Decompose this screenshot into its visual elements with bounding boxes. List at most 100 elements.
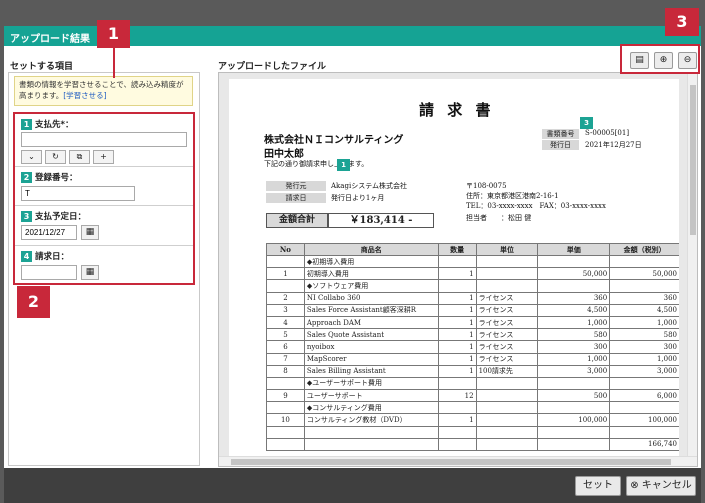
table-cell xyxy=(475,267,539,281)
table-cell xyxy=(437,279,477,293)
vertical-scrollbar[interactable] xyxy=(687,73,697,457)
table-cell: NI Collabo 360 xyxy=(303,291,439,305)
table-cell: ライセンス xyxy=(475,291,539,305)
table-cell xyxy=(609,401,679,415)
address: 住所：東京都港区港南2-16-1 xyxy=(466,192,559,200)
table-row: 5 Sales Quote Assistant 1 ライセンス 580 580 xyxy=(266,328,679,342)
table-cell: ◆初期導入費用 xyxy=(303,254,439,269)
table-cell xyxy=(475,401,539,415)
scroll-thumb[interactable] xyxy=(231,459,671,465)
table-cell: 580 xyxy=(537,328,611,342)
field-list: 1支払先*： ⌄ ↻ ⧉ + 2登録番号： 3支払予定日： ▦ 4請求日： ▦ xyxy=(13,112,195,285)
right-panel-title: アップロードしたファイル xyxy=(218,62,327,72)
col-price: 単価 xyxy=(537,243,611,256)
table-cell xyxy=(266,376,305,391)
table-cell: 1 xyxy=(437,291,477,305)
table-cell xyxy=(475,254,539,269)
toolbar-highlight xyxy=(620,44,700,74)
set-button[interactable]: セット xyxy=(575,476,621,496)
table-cell xyxy=(303,437,439,452)
payee-input[interactable] xyxy=(21,132,187,147)
table-cell xyxy=(266,279,305,293)
doc-no-label: 書類番号 xyxy=(542,129,579,139)
table-cell: 4,500 xyxy=(537,303,611,317)
table-cell: 12 xyxy=(437,389,477,403)
table-cell: 5 xyxy=(266,328,305,342)
due-date-input[interactable] xyxy=(21,225,77,240)
col-qty: 数量 xyxy=(437,243,477,256)
plus-icon[interactable]: + xyxy=(93,150,114,164)
table-row: 166,740 xyxy=(266,437,679,452)
callout-line xyxy=(113,48,115,78)
table-cell: 1 xyxy=(437,328,477,342)
reg-number-input[interactable] xyxy=(21,186,135,201)
table-cell: 1,000 xyxy=(537,315,611,330)
table-cell xyxy=(475,376,539,391)
issuer-label: 発行元 xyxy=(266,181,326,191)
table-row: 3 Sales Force Assistant顧客深耕R 1 ライセンス 4,500 4,… xyxy=(266,303,679,317)
chevron-down-icon[interactable]: ⌄ xyxy=(21,150,42,164)
table-cell: MapScorer xyxy=(303,352,439,366)
col-no: No xyxy=(266,243,305,256)
total-value: ￥183,414 - xyxy=(328,213,434,228)
table-row xyxy=(266,425,679,439)
table-row: ◆ソフトウェア費用 xyxy=(266,279,679,293)
table-cell: 3,000 xyxy=(609,364,679,378)
learn-link[interactable]: [学習させる] xyxy=(63,91,106,100)
table-cell xyxy=(266,254,305,269)
table-cell xyxy=(437,437,477,452)
field-number: 3 xyxy=(21,211,32,222)
table-cell: 4,500 xyxy=(609,303,679,317)
table-cell: ライセンス xyxy=(475,303,539,317)
field-payee: 1 支払先*： ⌄ ↻ ⧉ + xyxy=(15,114,193,167)
field-label: 登録番号： xyxy=(35,173,78,183)
customer-company: 株式会社ＮＩコンサルティング xyxy=(264,135,404,146)
horizontal-scrollbar[interactable] xyxy=(219,456,697,466)
table-cell: 100,000 xyxy=(609,413,679,427)
copy-icon[interactable]: ⧉ xyxy=(69,150,90,164)
table-row: ◆コンサルティング費用 xyxy=(266,401,679,415)
calendar-icon[interactable]: ▦ xyxy=(81,225,99,240)
table-cell xyxy=(475,425,539,439)
table-cell: 580 xyxy=(609,328,679,342)
table-row: 2 NI Collabo 360 1 ライセンス 360 360 xyxy=(266,291,679,305)
table-cell: 300 xyxy=(609,340,679,354)
table-cell: Sales Quote Assistant xyxy=(303,328,439,342)
table-cell: 9 xyxy=(266,389,305,403)
table-row: 7 MapScorer 1 ライセンス 1,000 1,000 xyxy=(266,352,679,366)
table-cell xyxy=(475,279,539,293)
table-cell: 7 xyxy=(266,352,305,366)
table-cell xyxy=(537,425,611,439)
invoice-document: 請 求 書 株式会社ＮＩコンサルティング 田中太郎 下記の通り御請求申し上げます… xyxy=(229,79,679,459)
table-cell xyxy=(609,279,679,293)
col-unit: 単位 xyxy=(475,243,539,256)
items-table: No 商品名 数量 単位 単価 金額（税別） ◆初期導入費用 1 初期導入費用 1 50… xyxy=(266,243,679,452)
table-cell: 4 xyxy=(266,315,305,330)
table-cell: 1 xyxy=(437,413,477,427)
table-cell: ◆コンサルティング費用 xyxy=(303,401,439,415)
calendar-icon[interactable]: ▦ xyxy=(81,265,99,280)
table-cell: 1 xyxy=(437,352,477,366)
table-cell: ユーザーサポート xyxy=(303,389,439,403)
table-cell: 8 xyxy=(266,364,305,378)
field-invoice-date: 4 請求日： ▦ xyxy=(15,246,193,283)
refresh-icon[interactable]: ↻ xyxy=(45,150,66,164)
preview-panel: 請 求 書 株式会社ＮＩコンサルティング 田中太郎 下記の通り御請求申し上げます… xyxy=(218,72,698,467)
table-cell xyxy=(437,401,477,415)
table-cell xyxy=(475,389,539,403)
total-label: 金額合計 xyxy=(266,213,328,228)
issuer: Akagiシステム株式会社 xyxy=(331,182,407,190)
table-row: 6 nyoibox 1 ライセンス 300 300 xyxy=(266,340,679,354)
col-amount: 金額（税別） xyxy=(609,243,679,256)
cancel-button[interactable]: ⊗ キャンセル xyxy=(626,476,696,496)
table-row: 4 Approach DAM 1 ライセンス 1,000 1,000 xyxy=(266,315,679,330)
field-reg-number: 2 登録番号： xyxy=(15,167,193,206)
scroll-thumb[interactable] xyxy=(690,85,696,235)
table-cell: ライセンス xyxy=(475,352,539,366)
table-row: 8 Sales Billing Assistant 1 100請求先 3,000 3,00… xyxy=(266,364,679,378)
callout-2: 2 xyxy=(17,286,50,318)
field-label: 支払先*： xyxy=(35,120,74,130)
table-cell: 1 xyxy=(437,303,477,317)
table-cell: 1 xyxy=(437,340,477,354)
invoice-date-input[interactable] xyxy=(21,265,77,280)
